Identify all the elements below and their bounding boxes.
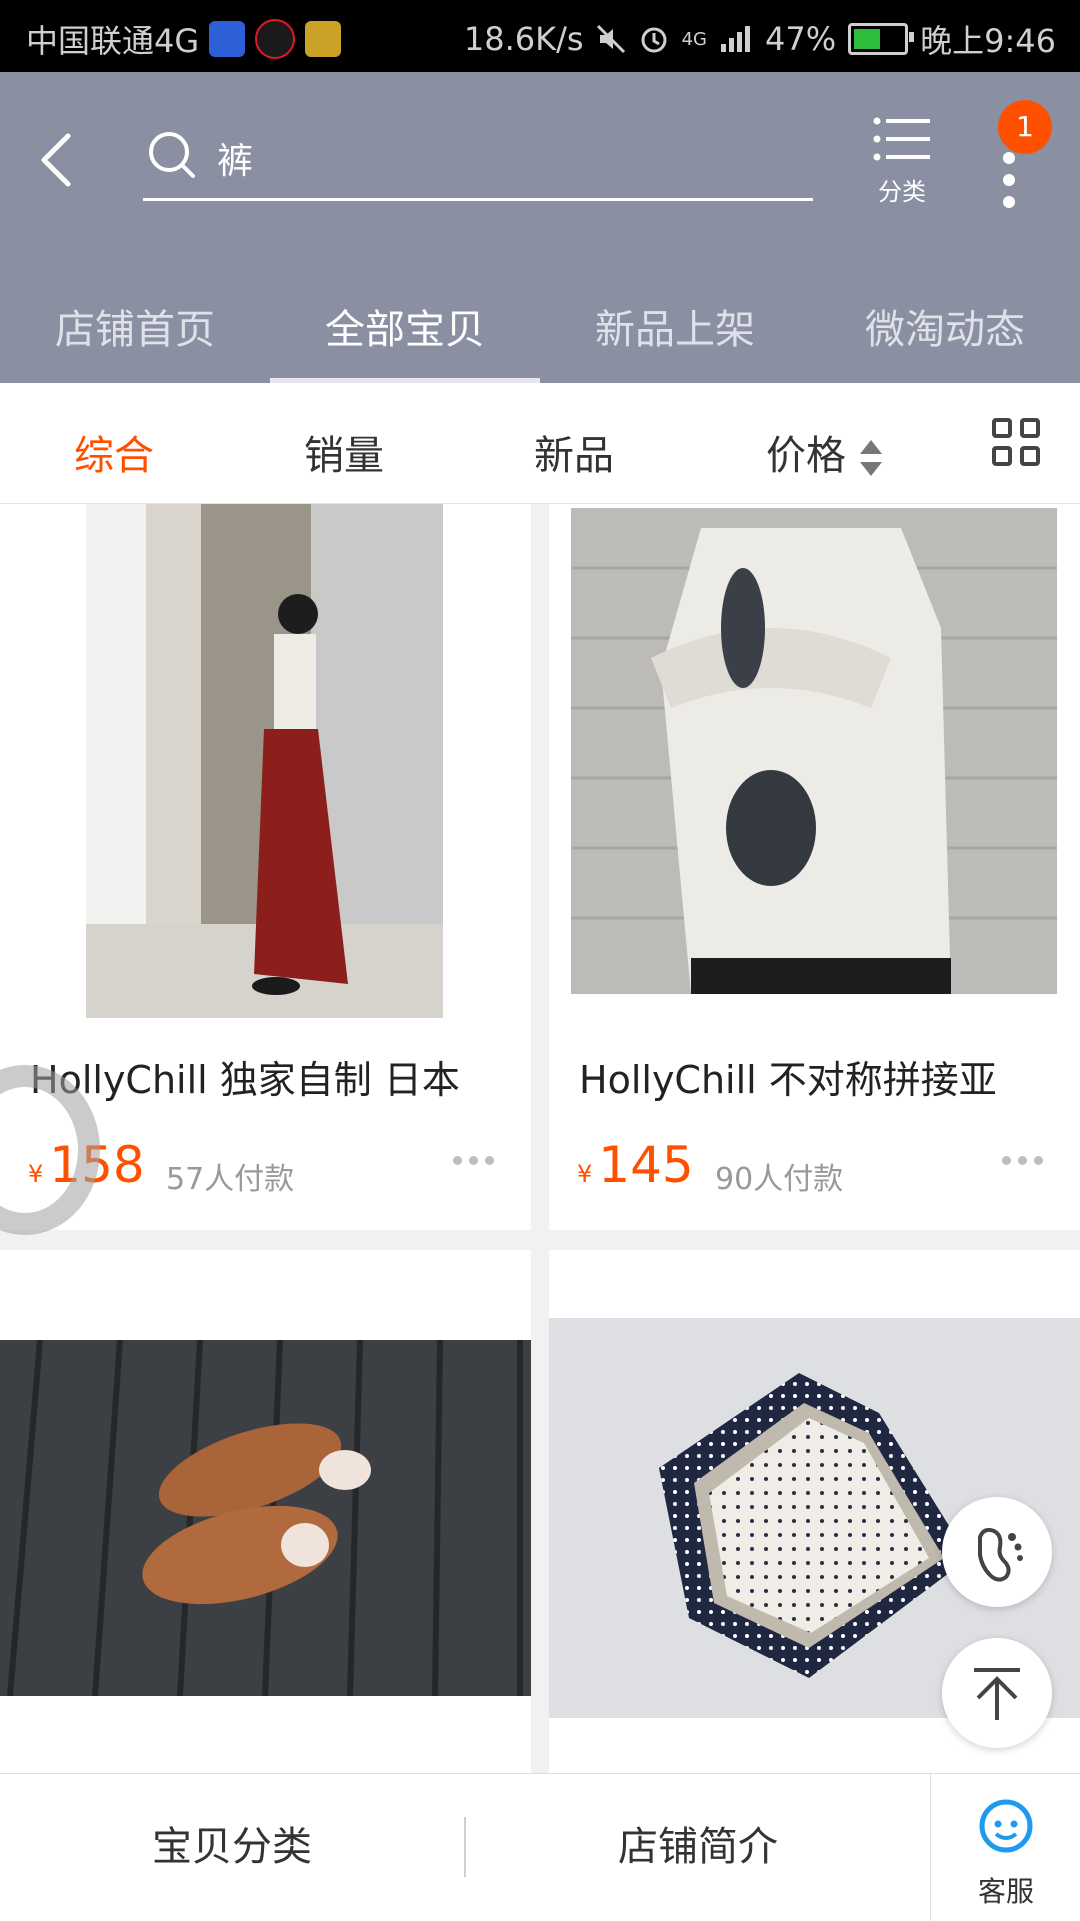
battery-percent: 47% (765, 20, 837, 58)
status-left: 中国联通4G (26, 16, 342, 62)
tab-all-products[interactable]: 全部宝贝 (270, 282, 540, 383)
sort-comprehensive[interactable]: 综合 (74, 423, 154, 481)
shop-header: 裤 分类 1 店铺首页 全部宝贝 新品上架 微淘动态 (0, 72, 1080, 383)
product-card[interactable]: HollyChill 不对称拼接亚 ¥145 90人付款 (549, 504, 1080, 1230)
alarm-icon (641, 27, 667, 53)
more-dot-icon (1003, 196, 1015, 208)
product-image (86, 504, 443, 1018)
status-bar: 中国联通4G 18.6K/s 4G 47% 晚上9:46 (0, 0, 1080, 72)
back-arrow-icon[interactable] (30, 130, 90, 190)
search-input-value[interactable]: 裤 (217, 132, 253, 184)
status-right: 18.6K/s 4G 47% 晚上9:46 (464, 16, 1056, 62)
network-speed: 18.6K/s (463, 20, 584, 58)
tab-new-arrivals[interactable]: 新品上架 (540, 282, 810, 383)
sort-bar: 综合 销量 新品 价格 (0, 383, 1080, 504)
sort-sales[interactable]: 销量 (304, 423, 384, 481)
category-label: 分类 (878, 178, 926, 206)
sort-price[interactable]: 价格 (766, 423, 882, 481)
clock: 晚上9:46 (920, 22, 1056, 60)
battery-icon (848, 23, 915, 55)
footprint-icon (978, 1527, 1023, 1582)
more-options-icon[interactable] (453, 1156, 501, 1166)
product-category-button[interactable]: 宝贝分类 (0, 1774, 464, 1921)
customer-service-icon (979, 1799, 1033, 1853)
sold-count: 57人付款 (166, 1162, 295, 1197)
price-value: 145 (598, 1136, 694, 1194)
app-notification-icon (305, 21, 342, 57)
tab-weitao-feed[interactable]: 微淘动态 (810, 282, 1080, 383)
shop-intro-button[interactable]: 店铺简介 (466, 1774, 930, 1921)
qq-notification-icon (209, 21, 246, 57)
more-dot-icon (1003, 152, 1015, 164)
arrow-up-icon (974, 1668, 1020, 1720)
customer-service-label: 客服 (977, 1875, 1034, 1908)
shop-tabs: 店铺首页 全部宝贝 新品上架 微淘动态 (0, 282, 1080, 383)
currency-symbol: ¥ (577, 1160, 593, 1188)
sold-count: 90人付款 (715, 1162, 844, 1197)
sort-arrows-icon (860, 440, 882, 476)
product-price: ¥145 (577, 1136, 694, 1194)
product-card[interactable] (0, 1250, 531, 1773)
sort-price-label: 价格 (766, 433, 846, 479)
search-field[interactable]: 裤 (143, 118, 813, 201)
more-dot-icon (1003, 174, 1015, 186)
customer-service-button[interactable]: 客服 (930, 1774, 1080, 1921)
more-options-icon[interactable] (1002, 1156, 1050, 1166)
footprint-button[interactable] (942, 1497, 1052, 1607)
list-icon (873, 117, 930, 161)
category-button[interactable]: 分类 (862, 116, 942, 216)
tab-shop-home[interactable]: 店铺首页 (0, 282, 270, 383)
carrier-label: 中国联通4G (26, 22, 200, 60)
grid-view-icon[interactable] (992, 418, 1044, 470)
product-title[interactable]: HollyChill 不对称拼接亚 (579, 1049, 997, 1104)
mute-icon (596, 24, 625, 54)
back-to-top-button[interactable] (942, 1638, 1052, 1748)
product-image (0, 1340, 531, 1696)
signal-label: 4G (681, 28, 707, 50)
signal-icon (721, 26, 750, 52)
product-image (571, 508, 1057, 994)
sort-new[interactable]: 新品 (534, 423, 614, 481)
search-icon (149, 132, 195, 178)
notification-badge: 1 (998, 100, 1052, 154)
weibo-notification-icon (255, 19, 296, 59)
product-title[interactable]: HollyChill 独家自制 日本 (30, 1049, 460, 1104)
bottom-bar: 宝贝分类 店铺简介 客服 (0, 1773, 1080, 1921)
